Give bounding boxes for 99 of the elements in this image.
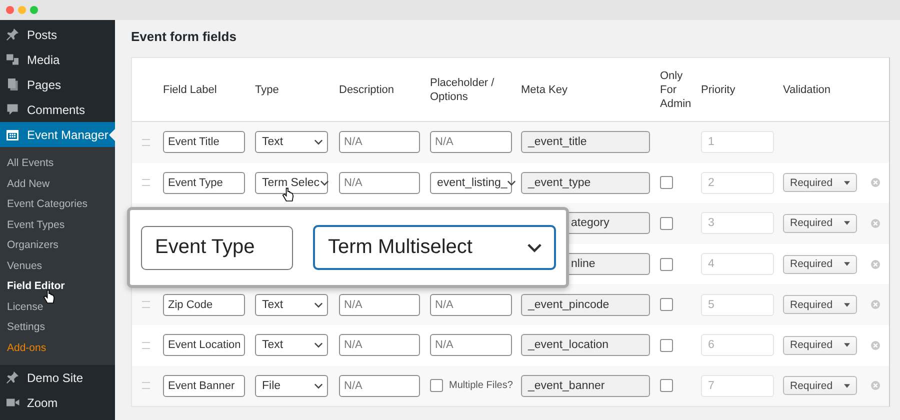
validation-dropdown[interactable]: Required [783,376,857,396]
meta-key-field: _event_type [521,172,650,194]
type-dropdown[interactable]: Text [255,334,328,356]
column-header: Type [255,82,280,96]
checkbox[interactable] [430,379,443,392]
validation-dropdown[interactable]: Required [783,295,857,314]
pages-icon [5,77,20,92]
meta-key-field: _event_location [521,334,650,356]
placeholder-field[interactable]: N/A [430,294,512,316]
description-field[interactable]: N/A [339,172,420,194]
chevron-down-icon [527,242,542,252]
drag-handle-icon[interactable] [142,301,150,308]
sidebar-menu-item[interactable]: Zoom [0,390,115,415]
label-field[interactable]: Event Type [141,226,293,270]
sidebar-menu-item[interactable]: Demo Site [0,365,115,390]
close-window-button[interactable] [6,6,14,14]
media-icon [5,52,20,67]
drag-handle-icon[interactable] [142,342,150,349]
placeholder-field[interactable]: N/A [430,131,512,154]
hand-cursor-icon [43,289,55,305]
remove-icon[interactable] [871,178,880,188]
submenu-item[interactable]: Event Categories [0,194,115,214]
drag-handle-icon[interactable] [142,382,150,390]
meta-key-field: _event_pincode [521,294,650,316]
checkbox-label: Multiple Files? [449,380,513,392]
chevron-down-icon [314,302,323,308]
submenu-item[interactable]: Add New [0,174,115,194]
caret-down-icon [844,221,850,226]
submenu-item[interactable]: Field Editor [0,276,115,296]
chevron-down-icon [507,180,516,186]
sidebar-menu-item[interactable]: Media [0,47,115,72]
column-header: Placeholder / Options [430,76,496,104]
checkbox[interactable] [660,176,673,190]
caret-down-icon [844,384,850,388]
description-field[interactable]: N/A [339,131,420,154]
label-field[interactable]: Event Title [163,131,245,154]
label-field[interactable]: Event Type [163,172,245,194]
meta-key-field: _event_title [521,131,650,154]
type-dropdown[interactable]: Term Selec [255,172,328,194]
label-field[interactable]: Event Banner [163,374,245,397]
label-field[interactable]: Zip Code [163,294,245,316]
validation-dropdown[interactable]: Required [783,173,857,192]
validation-dropdown[interactable]: Required [783,254,857,274]
pushpin-icon [5,27,20,42]
submenu-item[interactable]: Add-ons [0,338,115,358]
type-dropdown[interactable]: File [255,374,328,397]
column-header: Only For Admin [660,68,692,110]
column-header: Description [339,82,396,96]
column-header: Validation [783,82,832,96]
calendar-icon [5,127,20,142]
chevron-down-icon [320,180,329,186]
description-field[interactable]: N/A [339,334,420,356]
submenu-item[interactable]: All Events [0,153,115,174]
remove-icon[interactable] [871,340,880,350]
caret-down-icon [844,302,850,307]
sidebar-menu-item[interactable]: Comments [0,97,115,122]
caret-down-icon [844,343,850,348]
remove-icon[interactable] [871,260,880,269]
type-dropdown[interactable]: Term Multiselect [313,225,556,270]
drag-handle-icon[interactable] [142,179,150,186]
sidebar-menu-item[interactable]: Posts [0,22,115,47]
column-header: Meta Key [521,82,568,96]
chevron-down-icon [314,342,323,348]
type-dropdown[interactable]: Text [255,294,328,316]
checkbox[interactable] [660,338,673,352]
column-header: Field Label [163,82,218,96]
remove-icon[interactable] [871,300,880,310]
description-field[interactable]: N/A [339,294,420,316]
validation-dropdown[interactable]: Required [783,336,857,355]
label-field[interactable]: Event Location [163,334,245,356]
submenu-item[interactable]: Organizers [0,235,115,256]
chevron-down-icon [314,382,323,389]
sidebar-menu-item[interactable]: Event Manager [0,122,115,147]
checkbox[interactable] [660,379,673,392]
submenu-item[interactable]: Event Types [0,214,115,235]
submenu-item[interactable]: Settings [0,317,115,338]
submenu-item[interactable]: License [0,296,115,317]
remove-icon[interactable] [871,381,880,390]
meta-key-field: _event_banner [521,374,650,397]
type-dropdown[interactable]: Text [255,131,328,154]
minimize-window-button[interactable] [18,6,26,14]
checkbox[interactable] [660,298,673,312]
speech-bubble-icon [5,102,20,117]
checkbox[interactable] [660,216,673,230]
checkbox[interactable] [660,258,673,271]
pushpin-icon [5,370,20,385]
validation-dropdown[interactable]: Required [783,214,857,233]
caret-down-icon [844,262,850,266]
caret-down-icon [844,180,850,185]
page-title: Event form fields [131,28,238,46]
sidebar-menu-item[interactable]: Pages [0,72,115,97]
chevron-down-icon [314,139,323,146]
drag-handle-icon[interactable] [142,138,150,146]
remove-icon[interactable] [871,218,880,228]
maximize-window-button[interactable] [30,6,38,14]
placeholder-field[interactable]: N/A [430,334,512,356]
description-field[interactable]: N/A [339,374,420,397]
submenu-item[interactable]: Venues [0,256,115,276]
column-header: Priority [701,82,736,96]
